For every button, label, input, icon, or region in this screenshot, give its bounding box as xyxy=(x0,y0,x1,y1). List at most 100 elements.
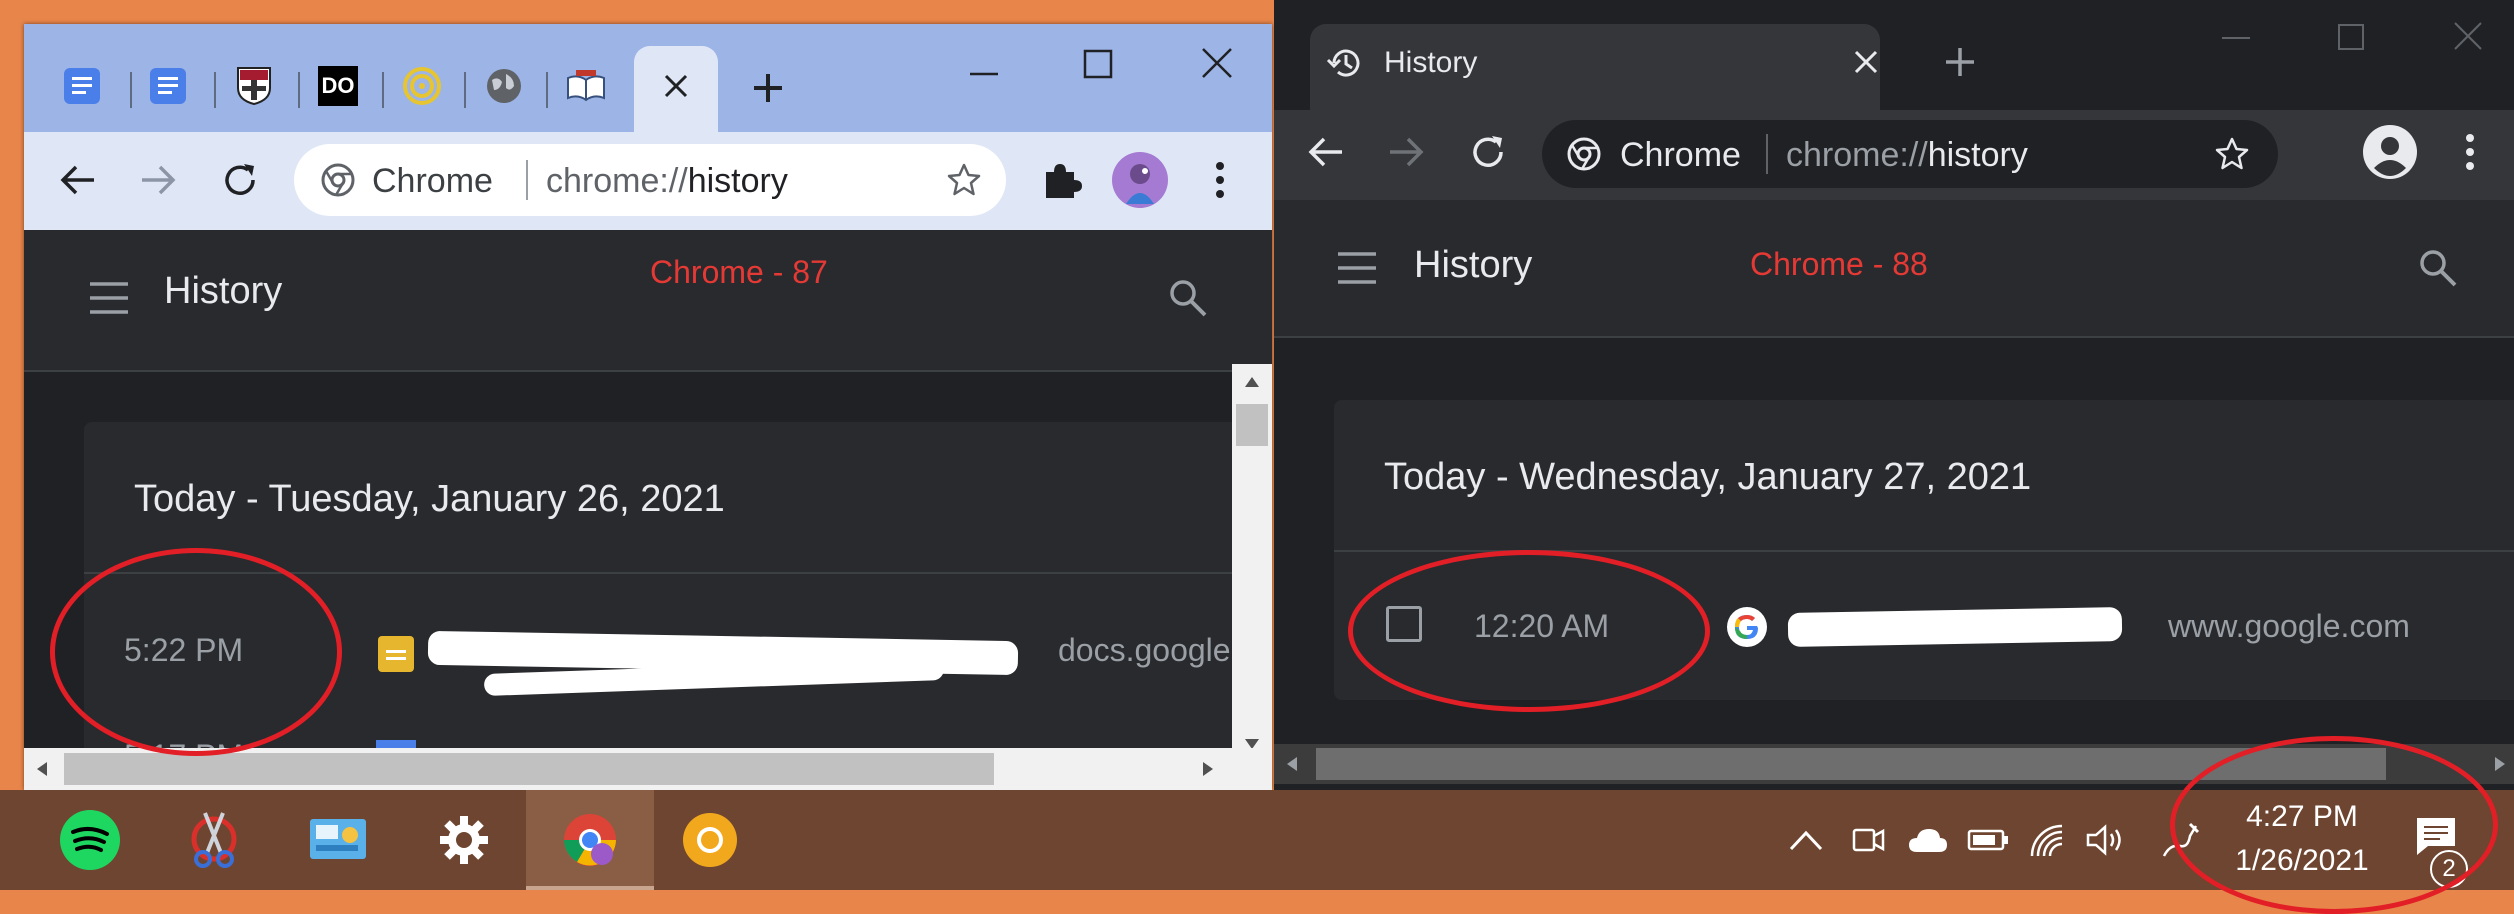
star-icon[interactable] xyxy=(946,162,982,198)
back-arrow-icon xyxy=(60,165,94,195)
url-path: history xyxy=(1927,136,2028,174)
tab-do[interactable]: DO xyxy=(316,64,360,108)
scroll-thumb[interactable] xyxy=(64,753,994,785)
hamburger-button[interactable] xyxy=(1336,250,1378,286)
forward-button[interactable] xyxy=(138,160,178,200)
scroll-right-arrow-icon[interactable] xyxy=(1202,761,1214,777)
battery-icon xyxy=(1967,829,2008,851)
tab-title: History xyxy=(1384,46,1478,79)
star-icon[interactable] xyxy=(2214,136,2250,172)
spiral-icon xyxy=(403,67,441,105)
harvard-icon xyxy=(237,67,271,106)
search-button[interactable] xyxy=(1168,278,1208,318)
url-text: chrome://history xyxy=(546,162,788,201)
menu-button[interactable] xyxy=(2464,132,2476,172)
minimize-button[interactable] xyxy=(968,58,1000,90)
vertical-scrollbar[interactable] xyxy=(1232,364,1272,762)
page-title: History xyxy=(164,270,283,312)
entry-domain[interactable]: docs.google xyxy=(1058,632,1231,669)
close-tab-icon[interactable] xyxy=(1852,48,1880,76)
do-label: DO xyxy=(321,73,355,98)
reload-icon xyxy=(225,164,255,195)
maximize-button[interactable] xyxy=(1082,48,1114,80)
extensions-button[interactable] xyxy=(1040,158,1082,200)
tab-book[interactable] xyxy=(564,64,608,108)
reload-button[interactable] xyxy=(220,160,260,200)
scroll-right-arrow-icon[interactable] xyxy=(2494,756,2506,772)
tab-harvard[interactable] xyxy=(232,64,276,108)
tray-onedrive[interactable] xyxy=(1906,818,1950,862)
google-favicon-icon xyxy=(1727,607,1767,647)
date-heading: Today - Tuesday, January 26, 2021 xyxy=(134,478,725,520)
new-tab-button[interactable] xyxy=(750,70,786,106)
taskbar-chrome[interactable] xyxy=(526,790,654,890)
profile-avatar[interactable] xyxy=(2362,124,2418,180)
show-hidden-icons[interactable] xyxy=(1784,818,1828,862)
close-icon xyxy=(2454,22,2482,50)
history-clock-icon xyxy=(1326,49,1360,77)
tab-docs-2[interactable] xyxy=(146,64,190,108)
taskbar-snipping-tool[interactable] xyxy=(150,790,278,890)
minimize-icon xyxy=(970,72,998,76)
tab-separator xyxy=(464,72,466,108)
hamburger-button[interactable] xyxy=(88,280,130,316)
menu-button[interactable] xyxy=(1214,160,1226,200)
maximize-button[interactable] xyxy=(2336,22,2366,52)
account-circle-icon xyxy=(2363,125,2417,179)
back-button[interactable] xyxy=(1306,132,1346,172)
url-scheme: chrome:// xyxy=(546,162,688,200)
plus-icon xyxy=(754,74,782,102)
reload-button[interactable] xyxy=(1468,132,1508,172)
tab-separator xyxy=(298,72,300,108)
close-window-button[interactable] xyxy=(1200,46,1234,80)
taskbar-chrome-canary[interactable] xyxy=(646,790,774,890)
new-tab-button[interactable] xyxy=(1942,44,1978,80)
tab-globe[interactable] xyxy=(482,64,526,108)
search-button[interactable] xyxy=(2418,248,2458,288)
tab-docs-1[interactable] xyxy=(60,64,104,108)
tab-separator xyxy=(382,72,384,108)
wifi-icon xyxy=(2030,824,2063,857)
control-panel-icon xyxy=(310,819,366,859)
tab-spiral[interactable] xyxy=(400,64,444,108)
search-icon xyxy=(2420,250,2457,287)
snipping-tool-icon xyxy=(191,812,237,868)
forward-button[interactable] xyxy=(1386,132,1426,172)
scroll-thumb[interactable] xyxy=(1236,404,1268,446)
url-scheme: chrome:// xyxy=(1786,136,1928,174)
close-window-button[interactable] xyxy=(2452,20,2484,52)
version-label: Chrome - 87 xyxy=(650,254,828,290)
address-bar[interactable]: Chrome chrome://history xyxy=(1542,120,2278,188)
reload-icon xyxy=(1473,136,1503,167)
close-tab-icon[interactable] xyxy=(660,70,692,102)
entry-domain[interactable]: www.google.com xyxy=(2168,608,2410,645)
forward-arrow-icon xyxy=(142,165,176,195)
chrome-logo-icon xyxy=(1567,137,1601,171)
address-bar[interactable]: Chrome chrome://history xyxy=(294,144,1006,216)
profile-avatar[interactable] xyxy=(1112,152,1168,208)
maximize-icon xyxy=(1083,49,1113,79)
cloud-icon xyxy=(1909,829,1947,852)
scroll-up-arrow-icon[interactable] xyxy=(1244,376,1260,388)
url-text: chrome://history xyxy=(1786,136,2028,175)
minimize-button[interactable] xyxy=(2220,22,2252,54)
chrome-canary-icon xyxy=(683,813,737,867)
url-divider xyxy=(526,160,528,200)
active-app-indicator xyxy=(526,886,654,890)
tray-wifi[interactable] xyxy=(2026,818,2070,862)
back-arrow-icon xyxy=(1308,137,1342,167)
annotation-ellipse xyxy=(50,548,342,756)
tray-meet-now[interactable] xyxy=(1846,818,1890,862)
chrome-logo-icon xyxy=(321,163,355,197)
back-button[interactable] xyxy=(58,160,98,200)
tray-battery[interactable] xyxy=(1966,818,2010,862)
maximize-icon xyxy=(2338,24,2364,50)
taskbar-settings[interactable] xyxy=(400,790,528,890)
tray-volume[interactable] xyxy=(2084,818,2128,862)
taskbar-control-panel[interactable] xyxy=(274,790,402,890)
scroll-left-arrow-icon[interactable] xyxy=(36,761,48,777)
url-chip: Chrome xyxy=(1620,136,1741,174)
scroll-left-arrow-icon[interactable] xyxy=(1286,756,1298,772)
chrome-icon xyxy=(564,814,616,866)
taskbar-spotify[interactable] xyxy=(26,790,154,890)
